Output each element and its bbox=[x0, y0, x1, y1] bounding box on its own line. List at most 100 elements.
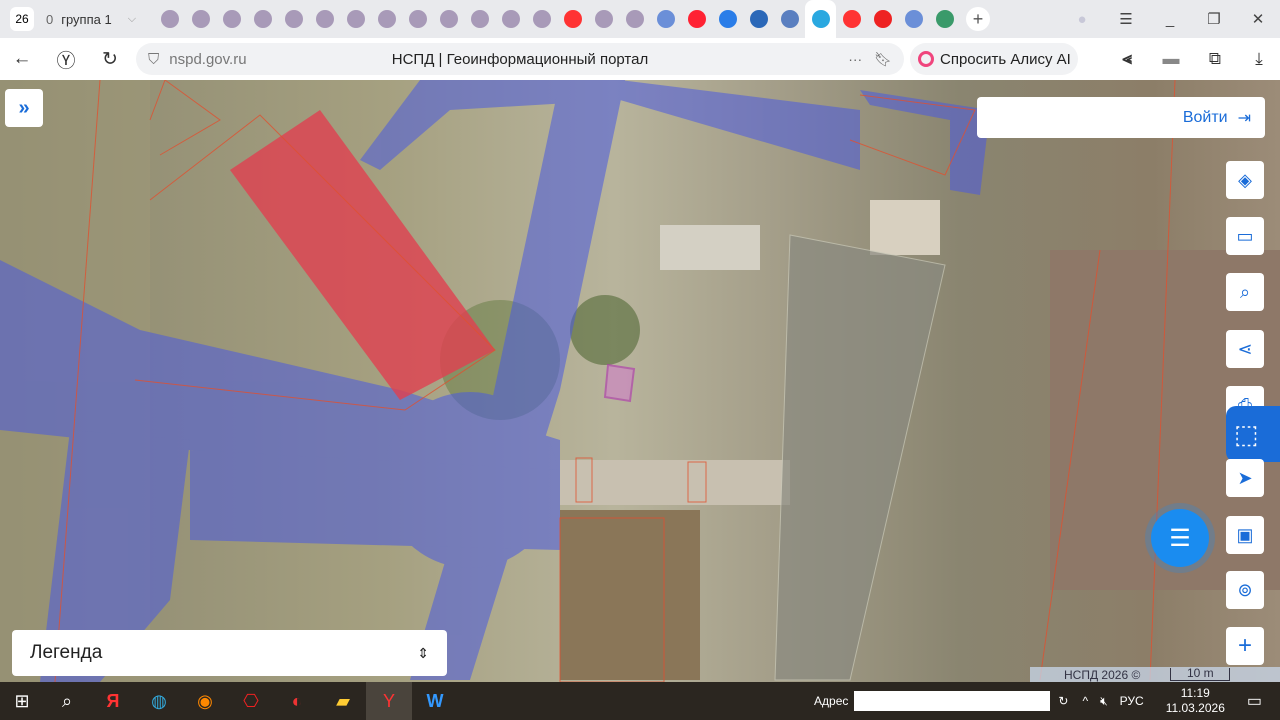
profile-icon[interactable]: ● bbox=[1060, 11, 1104, 28]
browser-tab[interactable] bbox=[402, 0, 433, 38]
yandex-favicon-icon bbox=[563, 10, 582, 28]
browser-tab[interactable] bbox=[185, 0, 216, 38]
browser-tab[interactable] bbox=[836, 0, 867, 38]
tray-chevron-icon[interactable]: ^ bbox=[1082, 694, 1088, 708]
browser-tab[interactable] bbox=[340, 0, 371, 38]
download-icon[interactable]: ⤓ bbox=[1237, 49, 1280, 69]
app-icon[interactable]: ◐ bbox=[274, 682, 320, 720]
reload-icon[interactable]: ↻ bbox=[88, 48, 132, 71]
building bbox=[230, 110, 495, 400]
start-button[interactable]: ⊞ bbox=[0, 682, 44, 720]
location-search-icon: ⊚ bbox=[1237, 579, 1253, 600]
browser-tab[interactable] bbox=[154, 0, 185, 38]
browser-tab[interactable] bbox=[588, 0, 619, 38]
page-title: НСПД | Геоинформационный портал bbox=[391, 50, 649, 68]
pdf-icon[interactable]: ⎔ bbox=[228, 682, 274, 720]
browser-tab[interactable] bbox=[712, 0, 743, 38]
new-tab-button[interactable]: + bbox=[966, 7, 991, 31]
search-icon[interactable]: ⌕ bbox=[44, 682, 90, 720]
browser-tab[interactable] bbox=[619, 0, 650, 38]
chat-icon: ☰ bbox=[1169, 524, 1191, 552]
minimize-button[interactable]: _ bbox=[1148, 11, 1192, 28]
word-icon[interactable]: W bbox=[412, 682, 458, 720]
volume-muted-icon[interactable]: 🔇︎ bbox=[1100, 694, 1108, 709]
group-name: группа 1 bbox=[61, 11, 112, 27]
close-button[interactable]: ✕ bbox=[1236, 10, 1280, 28]
edge-icon[interactable]: ◍ bbox=[136, 682, 182, 720]
feedback-tab[interactable]: ⬚ bbox=[1226, 406, 1280, 462]
notifications-icon[interactable]: ▭ bbox=[1247, 691, 1262, 711]
picture-in-picture-button[interactable]: ▣ bbox=[1226, 516, 1264, 554]
alice-icon bbox=[918, 51, 934, 67]
yandex-browser-icon[interactable]: Y bbox=[366, 682, 412, 720]
navigate-button[interactable]: ➤ bbox=[1226, 459, 1264, 497]
browser-tab[interactable] bbox=[774, 0, 805, 38]
yandex-app-icon[interactable]: Я bbox=[90, 682, 136, 720]
clock[interactable]: 11:19 11.03.2026 bbox=[1166, 686, 1225, 716]
url-field[interactable]: ⛉ nspd.gov.ru НСПД | Геоинформационный п… bbox=[136, 43, 904, 75]
browser-tab[interactable] bbox=[867, 0, 898, 38]
location-search-button[interactable]: ⊚ bbox=[1226, 571, 1264, 609]
browser-tab[interactable] bbox=[526, 0, 557, 38]
zoom-in-button[interactable]: + bbox=[1226, 627, 1264, 665]
browser-tab[interactable] bbox=[650, 0, 681, 38]
alice-button[interactable]: Спросить Алису AI bbox=[910, 43, 1078, 75]
browser-tab[interactable] bbox=[929, 0, 960, 38]
scale-bar: 10 m bbox=[1170, 667, 1231, 681]
browser-tab[interactable] bbox=[247, 0, 278, 38]
login-button[interactable]: Войти ⇥ bbox=[977, 97, 1265, 138]
tab-favicon-icon bbox=[346, 10, 365, 28]
legend-panel[interactable]: Легенда ⇕ bbox=[12, 630, 447, 676]
layers-icon: ◈ bbox=[1238, 169, 1252, 190]
bookmark-icon[interactable]: 🔖︎ bbox=[874, 51, 892, 68]
browser-tab[interactable] bbox=[371, 0, 402, 38]
more-icon[interactable]: ··· bbox=[848, 51, 862, 68]
menu-icon[interactable]: ☰ bbox=[1104, 10, 1148, 28]
plot bbox=[560, 510, 700, 680]
address-input[interactable] bbox=[854, 691, 1051, 711]
shield-icon[interactable]: ⛉ bbox=[148, 51, 159, 68]
back-icon[interactable]: ← bbox=[0, 48, 44, 70]
browser-tab[interactable] bbox=[805, 0, 837, 38]
share-button[interactable]: ⋖ bbox=[1226, 330, 1264, 368]
browser-tab[interactable] bbox=[216, 0, 247, 38]
tab-count[interactable]: 26 bbox=[10, 7, 34, 31]
map-canvas[interactable]: » Войти ⇥ ◈ ▭ ⌕ ⋖ ⎙ ⬚ ➤ ▣ ⊚ + ☰ Легенда ⇕ … bbox=[0, 80, 1280, 682]
trees bbox=[570, 295, 640, 365]
area-search-icon: ⌕ bbox=[1239, 281, 1251, 302]
browser-tab[interactable] bbox=[464, 0, 495, 38]
browser-tab[interactable] bbox=[495, 0, 526, 38]
roof bbox=[660, 225, 760, 270]
browser-tab[interactable] bbox=[433, 0, 464, 38]
map-attribution: НСПД 2026 © 10 m bbox=[1030, 667, 1280, 682]
ruler-button[interactable]: ▭ bbox=[1226, 217, 1264, 255]
browser-tab[interactable] bbox=[743, 0, 774, 38]
explorer-icon[interactable]: ▰ bbox=[320, 682, 366, 720]
refresh-icon[interactable]: ↻ bbox=[1058, 694, 1068, 708]
area-search-button[interactable]: ⌕ bbox=[1226, 273, 1264, 311]
tab-favicon-icon bbox=[284, 10, 303, 28]
yandex-icon[interactable]: Ⓨ bbox=[44, 46, 88, 73]
legend-label: Легенда bbox=[30, 642, 103, 663]
time: 11:19 bbox=[1180, 686, 1210, 700]
browser-tab[interactable] bbox=[278, 0, 309, 38]
taskbar: ⊞ ⌕ Я ◍ ◉ ⎔ ◐ ▰ Y W Адрес ↻ ^ 🔇︎ РУС 11:… bbox=[0, 682, 1280, 720]
browser-tab[interactable] bbox=[309, 0, 340, 38]
selected-object[interactable] bbox=[603, 363, 636, 403]
tab-favicon-icon bbox=[439, 10, 458, 28]
language-indicator[interactable]: РУС bbox=[1120, 694, 1144, 708]
collections-icon[interactable]: ⧉ bbox=[1193, 49, 1237, 69]
expand-sidebar-button[interactable]: » bbox=[5, 89, 43, 127]
reader-icon[interactable]: ▬ bbox=[1149, 49, 1193, 69]
browser-tab[interactable] bbox=[898, 0, 929, 38]
layers-button[interactable]: ◈ bbox=[1226, 161, 1264, 199]
chevron-down-icon[interactable]: ⌵ bbox=[128, 13, 136, 26]
tab-group[interactable]: 0 группа 1 ⌵ bbox=[46, 12, 144, 27]
extension-icon[interactable]: ⪡ bbox=[1105, 49, 1149, 69]
firefox-icon[interactable]: ◉ bbox=[182, 682, 228, 720]
browser-tab[interactable] bbox=[681, 0, 712, 38]
browser-tab[interactable] bbox=[557, 0, 588, 38]
maximize-button[interactable]: ❐ bbox=[1192, 10, 1236, 28]
chat-button[interactable]: ☰ bbox=[1151, 509, 1209, 567]
heart-favicon-icon bbox=[873, 10, 892, 28]
